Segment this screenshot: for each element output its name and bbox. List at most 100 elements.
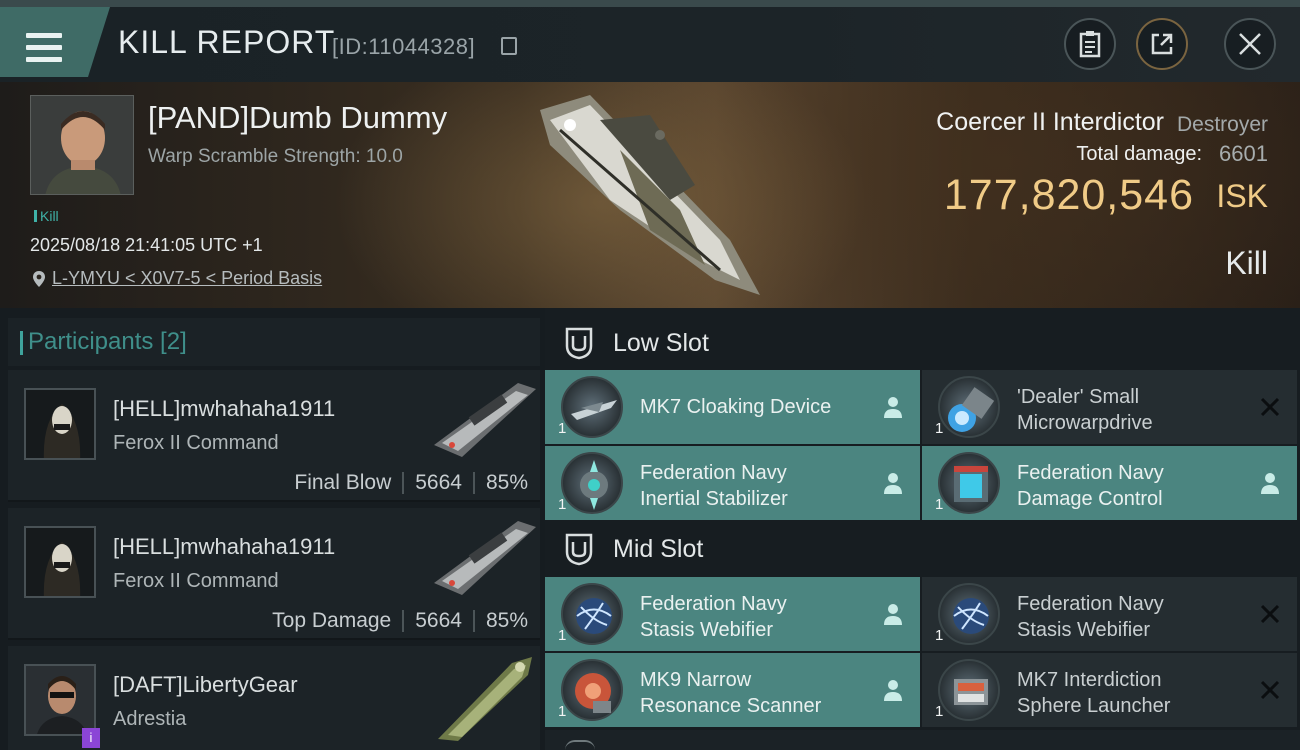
participant-role: Final Blow (294, 471, 392, 494)
module-name: 'Dealer' Small Microwarpdrive (1017, 384, 1153, 436)
module-name: MK7 Cloaking Device (640, 394, 831, 420)
helmet-portrait-icon (26, 528, 94, 596)
mid-slot-header: Mid Slot (545, 519, 1300, 579)
module-slot[interactable]: 1 Federation Navy Damage Control (922, 446, 1297, 520)
total-damage-value: 6601 (1219, 141, 1268, 166)
module-slot[interactable]: 1 MK9 Narrow Resonance Scanner (545, 653, 920, 727)
participant-avatar (24, 388, 96, 460)
clipboard-button[interactable] (1064, 18, 1116, 70)
participant-name[interactable]: [HELL]mwhahaha1911 (113, 534, 335, 560)
participant-name[interactable]: [HELL]mwhahaha1911 (113, 396, 335, 422)
module-name: Federation Navy Stasis Webifier (640, 591, 787, 643)
destroyed-x-icon (1260, 397, 1280, 417)
module-qty: 1 (935, 703, 944, 720)
module-name: Federation Navy Stasis Webifier (1017, 591, 1164, 643)
close-button[interactable] (1224, 18, 1276, 70)
destroyed-x-icon (1260, 604, 1280, 624)
participant-ship: Ferox II Command (113, 432, 279, 454)
slot-icon-partial (565, 740, 595, 750)
top-accent-line (0, 0, 1300, 7)
module-qty: 1 (558, 496, 567, 513)
participant-avatar (24, 526, 96, 598)
module-qty: 1 (935, 420, 944, 437)
damage-control-icon (938, 452, 1000, 514)
module-name-line2: Damage Control (1017, 488, 1163, 510)
victim-ship-image (540, 95, 760, 295)
destroyed-x-icon (1260, 680, 1280, 700)
participant-ship-image (434, 383, 536, 457)
menu-button[interactable] (0, 7, 110, 77)
module-name-line1: MK9 Narrow (640, 669, 752, 691)
participant-percent: 85% (485, 471, 528, 494)
module-name-line2: Stasis Webifier (640, 619, 774, 641)
stasis-webifier-icon (938, 583, 1000, 645)
hamburger-icon (26, 33, 62, 63)
mid-slot-title: Mid Slot (613, 534, 704, 563)
participant-ship-image (438, 657, 532, 741)
owned-user-icon (1261, 473, 1279, 494)
participant-name[interactable]: [DAFT]LibertyGear (113, 672, 298, 698)
helmet-portrait-icon (26, 390, 94, 458)
module-slot[interactable]: 1 'Dealer' Small Microwarpdrive (922, 370, 1297, 444)
microwarpdrive-icon (938, 376, 1000, 438)
module-slot[interactable]: 1 MK7 Interdiction Sphere Launcher (922, 653, 1297, 727)
module-name-line1: Federation Navy (640, 462, 787, 484)
close-icon (1239, 33, 1261, 55)
module-name-line2: Resonance Scanner (640, 695, 822, 717)
info-badge: i (82, 728, 100, 748)
next-slot-header-peek (545, 730, 1300, 750)
participant-row[interactable]: [HELL]mwhahaha1911 Ferox II Command Top … (8, 508, 540, 640)
owned-user-icon (884, 680, 902, 701)
module-name: MK9 Narrow Resonance Scanner (640, 667, 821, 719)
module-qty: 1 (558, 627, 567, 644)
participant-row[interactable]: [HELL]mwhahaha1911 Ferox II Command Fina… (8, 370, 540, 502)
isk-unit: ISK (1216, 178, 1268, 214)
module-name: Federation Navy Inertial Stabilizer (640, 460, 788, 512)
module-slot[interactable]: 1 Federation Navy Stasis Webifier (545, 577, 920, 651)
low-slot-title: Low Slot (613, 328, 709, 357)
copy-icon[interactable] (501, 37, 517, 55)
location-link[interactable]: L-YMYU < X0V7-5 < Period Basis (52, 268, 322, 289)
victim-ship-name[interactable]: Coercer II Interdictor (936, 108, 1164, 137)
victim-portrait[interactable] (30, 95, 134, 195)
participant-damage: 5664 (415, 471, 462, 494)
module-qty: 1 (935, 496, 944, 513)
module-slot[interactable]: 1 MK7 Cloaking Device (545, 370, 920, 444)
participant-ship: Ferox II Command (113, 570, 279, 592)
module-name-line1: Federation Navy (640, 593, 787, 615)
module-name-line2: Stasis Webifier (1017, 619, 1151, 641)
module-name-line2: Microwarpdrive (1017, 412, 1153, 434)
module-name: Federation Navy Damage Control (1017, 460, 1164, 512)
victim-name[interactable]: [PAND]Dumb Dummy (148, 100, 447, 136)
kill-datetime: 2025/08/18 21:41:05 UTC +1 (30, 235, 263, 255)
share-icon (1151, 33, 1173, 55)
module-name-line1: Federation Navy (1017, 593, 1164, 615)
stasis-webifier-icon (561, 583, 623, 645)
module-qty: 1 (558, 420, 567, 437)
sphere-launcher-icon (938, 659, 1000, 721)
isk-value: 177,820,546 (943, 171, 1194, 219)
share-button[interactable] (1136, 18, 1188, 70)
inertial-stabilizer-icon (561, 452, 623, 514)
module-name: MK7 Interdiction Sphere Launcher (1017, 667, 1170, 719)
participants-title: Participants [2] (20, 328, 187, 355)
low-slot-icon (565, 327, 593, 360)
module-slot[interactable]: 1 Federation Navy Stasis Webifier (922, 577, 1297, 651)
module-name-line1: MK7 Interdiction (1017, 669, 1162, 691)
page-title: KILL REPORT (118, 24, 336, 60)
kill-tag: Kill (34, 208, 59, 224)
pilot-portrait-icon (26, 666, 94, 734)
report-id: [ID:11044328] (332, 34, 476, 59)
participant-avatar (24, 664, 96, 736)
module-slot[interactable]: 1 Federation Navy Inertial Stabilizer (545, 446, 920, 520)
participant-role: Top Damage (272, 609, 392, 632)
mid-slot-icon (565, 533, 593, 566)
location-pin-icon (33, 270, 45, 287)
kill-location[interactable]: L-YMYU < X0V7-5 < Period Basis (32, 268, 322, 289)
result-label: Kill (1225, 245, 1268, 281)
participant-percent: 85% (485, 609, 528, 632)
participant-stats: Final Blow 5664 85% (294, 471, 528, 495)
module-qty: 1 (935, 627, 944, 644)
module-name-line1: Federation Navy (1017, 462, 1164, 484)
participant-row[interactable]: i [DAFT]LibertyGear Adrestia (8, 646, 540, 750)
